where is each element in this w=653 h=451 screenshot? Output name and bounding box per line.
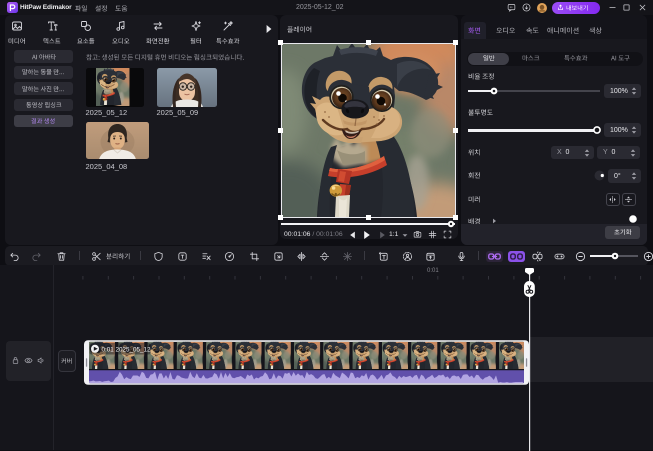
svg-text:0:01 2025_05_12: 0:01 2025_05_12 [101, 346, 151, 353]
